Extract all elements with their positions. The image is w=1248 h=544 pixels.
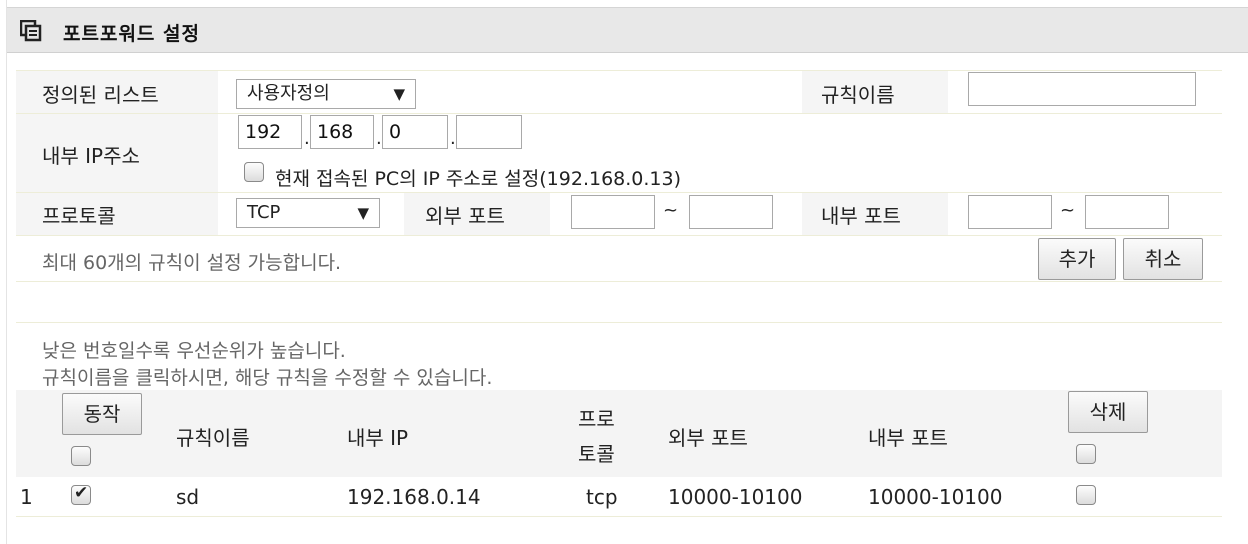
predefined-list-value: 사용자정의 [247,83,330,104]
col-protocol-line1: 프로 [578,407,615,431]
protocol-select[interactable]: TCP ▼ [236,198,380,228]
col-rule-name: 규칙이름 [176,426,250,450]
col-internal-port: 내부 포트 [868,426,948,450]
divider [16,281,1222,282]
internal-port-start[interactable] [968,195,1052,229]
priority-note: 낮은 번호일수록 우선순위가 높습니다. [42,340,346,362]
ip-octet-1[interactable]: 192 [238,115,302,149]
cancel-button[interactable]: 취소 [1123,238,1203,280]
divider [16,322,1222,323]
divider [16,516,1222,517]
action-button[interactable]: 동작 [62,393,142,435]
range-separator: ~ [663,200,679,221]
current-pc-ip-label: 현재 접속된 PC의 IP 주소로 설정(192.168.0.13) [275,168,682,190]
col-internal-ip: 내부 IP [347,426,409,450]
range-separator: ~ [1060,200,1076,221]
add-button[interactable]: 추가 [1038,238,1116,280]
ip-octet-4[interactable] [456,115,522,149]
divider [16,235,1222,236]
protocol-value: TCP [247,202,281,223]
select-all-checkbox[interactable] [71,446,91,466]
ip-dot: . [376,128,382,149]
row-number: 1 [20,485,33,509]
row-internal-port: 10000-10100 [868,485,1003,509]
protocol-label: 프로토콜 [42,204,116,228]
predefined-list-label: 정의된 리스트 [42,83,159,107]
external-port-end[interactable] [689,195,773,229]
internal-ip-label: 내부 IP주소 [42,144,140,168]
row-internal-ip: 192.168.0.14 [347,485,481,509]
ip-octet-2[interactable]: 168 [310,115,374,149]
left-border [6,0,7,544]
edit-note: 규칙이름을 클릭하시면, 해당 규칙을 수정할 수 있습니다. [42,367,493,389]
ip-dot: . [450,128,456,149]
row-delete-checkbox[interactable] [1076,485,1096,505]
rule-name-label: 규칙이름 [821,83,895,107]
delete-button[interactable]: 삭제 [1068,391,1148,433]
row-external-port: 10000-10100 [668,485,803,509]
page-title: 포트포워드 설정 [63,23,200,45]
current-pc-ip-checkbox[interactable] [244,162,264,182]
col-protocol-line2: 토콜 [578,442,615,466]
external-port-start[interactable] [571,195,655,229]
predefined-list-select[interactable]: 사용자정의 ▼ [236,79,416,109]
col-external-port: 외부 포트 [668,426,748,450]
dropdown-arrow-icon: ▼ [393,85,405,103]
delete-all-checkbox[interactable] [1076,444,1096,464]
ip-dot: . [304,128,310,149]
internal-port-end[interactable] [1085,195,1169,229]
rule-name-input[interactable] [968,72,1196,106]
ip-octet-3[interactable]: 0 [382,115,448,149]
window-icon [20,20,42,42]
row-protocol: tcp [586,485,618,509]
internal-port-label: 내부 포트 [821,204,901,228]
section-header: 포트포워드 설정 [7,7,1248,53]
max-rules-note: 최대 60개의 규칙이 설정 가능합니다. [42,252,342,274]
row-active-checkbox[interactable] [71,483,91,505]
external-port-label: 외부 포트 [425,204,505,228]
dropdown-arrow-icon: ▼ [357,204,369,222]
row-rule-name-link[interactable]: sd [176,485,199,509]
